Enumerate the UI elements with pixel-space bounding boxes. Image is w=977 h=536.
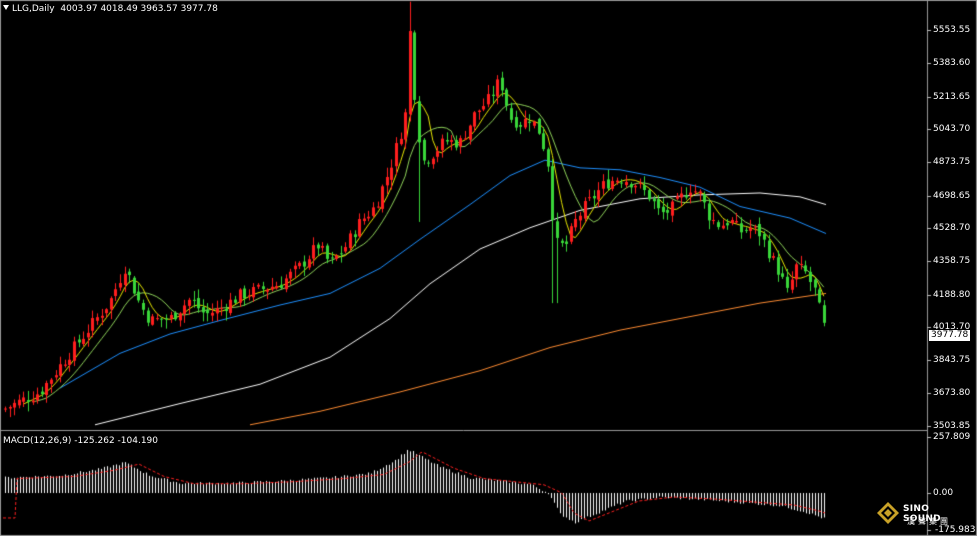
price-tick-label: 5383.60 <box>933 58 971 68</box>
price-tick-label: 5553.55 <box>933 25 971 35</box>
macd-tick-label: 257.809 <box>933 432 971 442</box>
price-tick-label: 4698.65 <box>933 191 971 201</box>
dropdown-triangle-icon[interactable] <box>3 5 9 10</box>
price-tick-label: 4528.70 <box>933 223 971 233</box>
current-price-label: 3977.78 <box>929 330 970 341</box>
sino-sound-logo: SINO SOUND 漢聲集團 <box>877 502 969 532</box>
price-tick-label: 3673.80 <box>933 388 971 398</box>
symbol-label: LLG,Daily <box>12 4 55 14</box>
price-tick-label: 3503.85 <box>933 421 971 431</box>
diamond-logo-icon <box>877 502 899 524</box>
price-tick-label: 4358.75 <box>933 256 971 266</box>
ohlc-values: 4003.97 4018.49 3963.57 3977.78 <box>60 4 218 14</box>
chart-header: LLG,Daily 4003.97 4018.49 3963.57 3977.7… <box>3 4 218 15</box>
price-tick-label: 4188.80 <box>933 290 971 300</box>
macd-tick-label: 0.00 <box>933 488 954 498</box>
price-tick-label: 3843.75 <box>933 355 971 365</box>
price-tick-label: 5043.70 <box>933 124 971 134</box>
logo-subtitle: 漢聲集團 <box>907 517 951 526</box>
price-chart-canvas[interactable] <box>0 0 977 536</box>
price-tick-label: 5213.65 <box>933 92 971 102</box>
price-tick-label: 4873.75 <box>933 157 971 167</box>
macd-header: MACD(12,26,9) -125.262 -104.190 <box>3 436 159 446</box>
